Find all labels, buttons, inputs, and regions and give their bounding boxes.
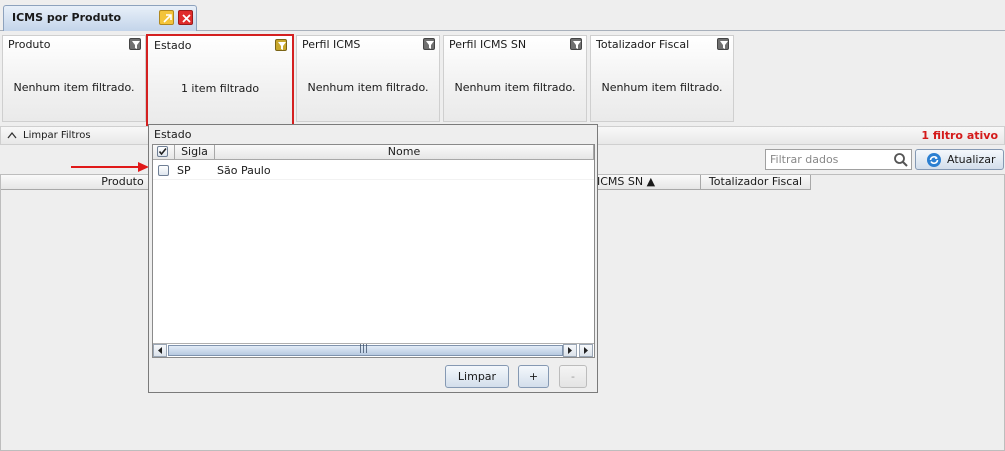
- checkbox-icon[interactable]: [158, 165, 169, 176]
- scroll-right-button-1[interactable]: [563, 344, 577, 357]
- navigate-icon[interactable]: [159, 10, 174, 25]
- card-title: Estado: [154, 39, 192, 52]
- column-header-sigla[interactable]: Sigla: [175, 145, 215, 160]
- select-all-header[interactable]: [153, 145, 175, 160]
- funnel-icon[interactable]: [717, 38, 729, 50]
- search-icon[interactable]: [893, 152, 909, 168]
- card-title: Perfil ICMS SN: [449, 38, 527, 51]
- funnel-icon[interactable]: [423, 38, 435, 50]
- filter-card-produto[interactable]: Produto Nenhum item filtrado.: [2, 35, 146, 122]
- collapse-arrow-icon: [7, 131, 17, 139]
- scroll-left-button[interactable]: [153, 344, 167, 357]
- search-placeholder: Filtrar dados: [770, 153, 839, 166]
- funnel-icon[interactable]: [570, 38, 582, 50]
- scroll-thumb[interactable]: |||: [168, 344, 563, 356]
- tab-title: ICMS por Produto: [12, 11, 122, 24]
- cell-nome: São Paulo: [217, 164, 271, 177]
- active-filter-count: 1 filtro ativo: [921, 129, 998, 142]
- filter-card-estado[interactable]: Estado 1 item filtrado: [146, 34, 294, 127]
- remove-button[interactable]: -: [559, 365, 587, 388]
- horizontal-scrollbar[interactable]: |||: [153, 343, 594, 357]
- refresh-button[interactable]: Atualizar: [915, 149, 1004, 170]
- column-header-nome[interactable]: Nome: [215, 145, 594, 160]
- clear-filters-label: Limpar Filtros: [23, 130, 91, 141]
- clear-button[interactable]: Limpar: [445, 365, 509, 388]
- card-message: Nenhum item filtrado.: [13, 81, 135, 94]
- card-message: 1 item filtrado: [180, 82, 260, 95]
- column-header-produto[interactable]: Produto: [1, 175, 149, 190]
- refresh-icon: [927, 153, 941, 167]
- estado-table: Sigla Nome SP São Paulo |||: [152, 144, 595, 358]
- checkbox-icon[interactable]: [157, 146, 168, 157]
- card-message: Nenhum item filtrado.: [601, 81, 723, 94]
- close-icon[interactable]: [178, 10, 193, 25]
- card-message: Nenhum item filtrado.: [307, 81, 429, 94]
- search-input[interactable]: Filtrar dados: [765, 149, 912, 170]
- red-arrow-icon: [71, 162, 149, 172]
- column-header-totalizador-fiscal[interactable]: Totalizador Fiscal: [701, 175, 811, 190]
- card-message: Nenhum item filtrado.: [454, 81, 576, 94]
- popup-title: Estado: [154, 128, 192, 141]
- card-title: Perfil ICMS: [302, 38, 361, 51]
- card-title: Produto: [8, 38, 51, 51]
- table-row[interactable]: SP São Paulo: [153, 161, 594, 180]
- filter-card-perfil-icms[interactable]: Perfil ICMS Nenhum item filtrado.: [296, 35, 440, 122]
- filter-card-totalizador-fiscal[interactable]: Totalizador Fiscal Nenhum item filtrado.: [590, 35, 734, 122]
- cell-sigla: SP: [177, 164, 191, 177]
- funnel-icon[interactable]: [129, 38, 141, 50]
- refresh-label: Atualizar: [947, 153, 996, 166]
- tab-strip: ICMS por Produto: [0, 0, 1005, 31]
- card-title: Totalizador Fiscal: [596, 38, 690, 51]
- column-header-icms-sn[interactable]: ICMS SN ▲: [591, 175, 701, 190]
- tab-icms-por-produto[interactable]: ICMS por Produto: [3, 5, 197, 31]
- estado-filter-popup: Estado Sigla Nome SP São Paulo ||| Limpa…: [148, 124, 598, 393]
- funnel-icon[interactable]: [275, 39, 287, 51]
- add-button[interactable]: +: [518, 365, 549, 388]
- filter-card-perfil-icms-sn[interactable]: Perfil ICMS SN Nenhum item filtrado.: [443, 35, 587, 122]
- scroll-right-button-2[interactable]: [579, 344, 593, 357]
